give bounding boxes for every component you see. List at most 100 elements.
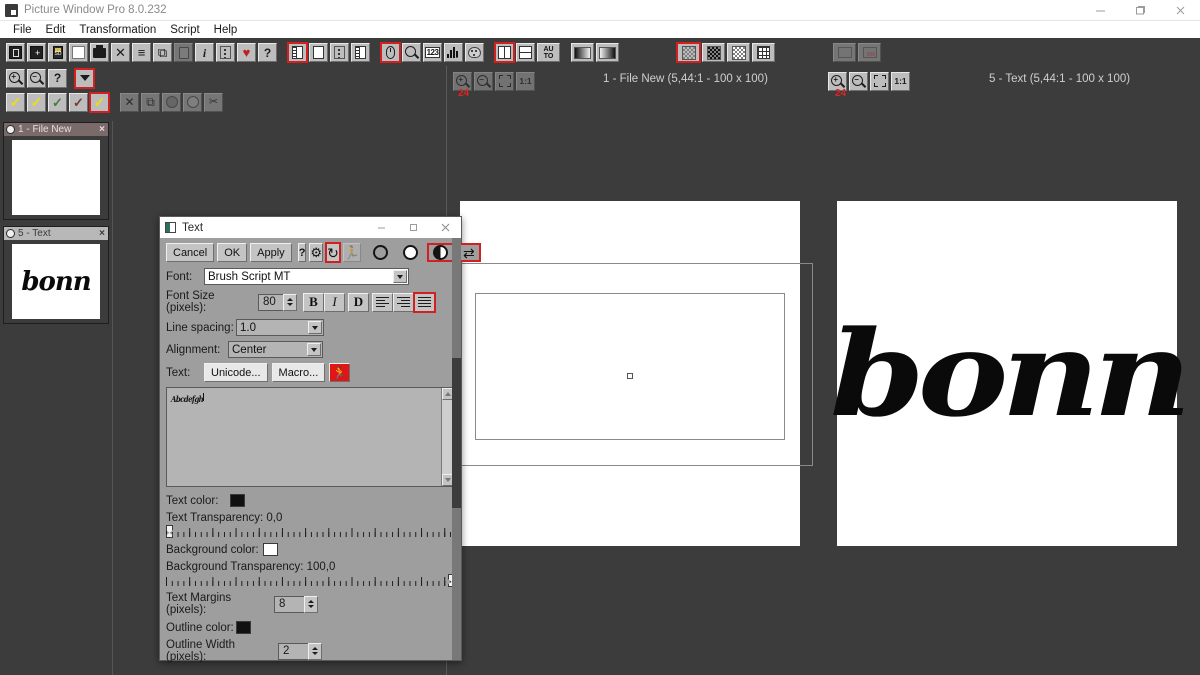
list-icon[interactable]: ≡	[132, 43, 151, 62]
menu-edit[interactable]: Edit	[39, 22, 73, 38]
text-margins-stepper[interactable]: 8	[274, 596, 318, 613]
help-icon[interactable]: ?	[258, 43, 277, 62]
maximize-button[interactable]	[1120, 0, 1160, 21]
outline-width-spin-buttons[interactable]	[308, 643, 322, 660]
text-input-body[interactable]: Abcdefgh	[167, 388, 441, 486]
printer-preview-icon[interactable]	[858, 43, 881, 62]
chevron-down-icon[interactable]	[308, 321, 322, 334]
align-right-icon[interactable]	[393, 293, 414, 312]
canvas-text-result[interactable]: bonn	[837, 201, 1177, 546]
thumbnail-radio-icon[interactable]	[6, 229, 15, 238]
italic-button[interactable]: I	[324, 293, 345, 312]
text-transparency-slider[interactable]	[166, 525, 455, 538]
thumbnail-preview[interactable]: bonn	[4, 240, 108, 323]
filmstrip-icon[interactable]	[288, 43, 307, 62]
menu-help[interactable]: Help	[207, 22, 245, 38]
split-view-icon[interactable]	[495, 43, 514, 62]
alignment-select[interactable]: Center	[228, 341, 323, 358]
dialog-maximize-button[interactable]	[397, 217, 429, 238]
menu-script[interactable]: Script	[163, 22, 206, 38]
copy-icon[interactable]: ⧉	[153, 43, 172, 62]
histogram-icon[interactable]	[444, 43, 463, 62]
preview-light-icon[interactable]	[397, 243, 424, 262]
minimize-button[interactable]	[1080, 0, 1120, 21]
new-blank-icon[interactable]	[69, 43, 88, 62]
color-picker-icon[interactable]	[465, 43, 484, 62]
fit-to-window-button[interactable]	[495, 72, 514, 91]
text-dialog[interactable]: Text Cancel OK Apply ? ⚙ ↻ 🏃	[159, 216, 462, 661]
thumbnail-radio-icon[interactable]	[6, 125, 15, 134]
print-icon[interactable]	[90, 43, 109, 62]
mask-filled-icon[interactable]	[162, 93, 181, 112]
close-icon[interactable]: ✕	[111, 43, 130, 62]
open-image-icon[interactable]	[6, 43, 25, 62]
text-margins-value[interactable]: 8	[274, 596, 304, 613]
actual-size-button[interactable]: 1:1	[891, 72, 910, 91]
outline-width-stepper[interactable]: 2	[278, 643, 322, 660]
fit-to-window-button[interactable]	[870, 72, 889, 91]
zoom-out-button[interactable]: –	[474, 72, 493, 91]
info-icon[interactable]: i	[195, 43, 214, 62]
dropdown-arrow-icon[interactable]	[75, 69, 94, 88]
preview-dark-icon[interactable]	[367, 243, 394, 262]
background-transparency-slider[interactable]	[166, 574, 455, 587]
menu-transformation[interactable]: Transformation	[72, 22, 163, 38]
magnifier-tool-icon[interactable]	[402, 43, 421, 62]
align-left-icon[interactable]	[372, 293, 393, 312]
bold-button[interactable]: B	[303, 293, 324, 312]
numeric-readout-icon[interactable]: 123	[423, 43, 442, 62]
stacked-view-icon[interactable]	[516, 43, 535, 62]
single-image-icon[interactable]	[309, 43, 328, 62]
selection-inner[interactable]	[475, 293, 785, 440]
preview-half-icon[interactable]	[427, 243, 454, 262]
thumbnail-item-5[interactable]: 5 - Text × bonn	[3, 226, 109, 324]
thumbnail-preview[interactable]	[4, 136, 108, 219]
check-yellow-down-icon[interactable]: ✓	[27, 93, 46, 112]
refresh-icon[interactable]: ↻	[326, 243, 340, 262]
favorite-icon[interactable]: ♥	[237, 43, 256, 62]
running-man-icon[interactable]: 🏃	[329, 363, 350, 382]
dialog-scrollbar-thumb[interactable]	[452, 358, 461, 508]
macro-button[interactable]: Macro...	[272, 363, 326, 382]
close-icon[interactable]: ×	[99, 124, 106, 135]
dialog-minimize-button[interactable]	[365, 217, 397, 238]
check-green-icon[interactable]: ✓	[48, 93, 67, 112]
mouse-tool-icon[interactable]	[381, 43, 400, 62]
help-cursor-icon[interactable]: ?	[48, 69, 67, 88]
sd-card-icon[interactable]: SD	[48, 43, 67, 62]
text-input-area[interactable]: Abcdefgh	[166, 387, 455, 487]
zoom-in-icon[interactable]: +	[6, 69, 25, 88]
auto-icon[interactable]: AUTO	[537, 43, 560, 62]
outline-width-value[interactable]: 2	[278, 643, 308, 660]
line-spacing-select[interactable]: 1.0	[236, 319, 324, 336]
thumbnail-strip-icon[interactable]	[351, 43, 370, 62]
align-justify-icon[interactable]	[414, 293, 435, 312]
dialog-scrollbar[interactable]	[452, 238, 461, 660]
gradient-dark-icon[interactable]	[571, 43, 594, 62]
actual-size-button[interactable]: 1:1	[516, 72, 535, 91]
zoom-out-icon[interactable]: –	[27, 69, 46, 88]
close-button[interactable]	[1160, 0, 1200, 21]
font-select[interactable]: Brush Script MT	[204, 268, 409, 285]
dialog-close-button[interactable]	[429, 217, 461, 238]
dropshadow-button[interactable]: D	[348, 293, 369, 312]
ok-button[interactable]: OK	[217, 243, 247, 262]
font-size-stepper[interactable]: 80	[258, 294, 297, 311]
background-color-swatch[interactable]	[263, 543, 278, 556]
help-button[interactable]: ?	[298, 243, 307, 262]
text-margins-spin-buttons[interactable]	[304, 596, 318, 613]
levels-icon[interactable]	[216, 43, 235, 62]
thumbnail-item-1[interactable]: 1 - File New ×	[3, 122, 109, 220]
outline-color-swatch[interactable]	[236, 621, 251, 634]
save-image-icon[interactable]: +	[27, 43, 46, 62]
selection-center-handle[interactable]	[627, 373, 633, 379]
chevron-down-icon[interactable]	[307, 343, 321, 356]
menu-file[interactable]: File	[6, 22, 39, 38]
check-double-icon[interactable]: ✓	[90, 93, 109, 112]
check-dark-icon[interactable]: ✓	[69, 93, 88, 112]
cut-icon[interactable]: ✂	[204, 93, 223, 112]
gear-icon[interactable]: ⚙	[309, 243, 323, 262]
run-icon[interactable]: 🏃	[343, 243, 361, 262]
chevron-down-icon[interactable]	[393, 270, 407, 283]
transparency-white-icon[interactable]	[727, 43, 750, 62]
